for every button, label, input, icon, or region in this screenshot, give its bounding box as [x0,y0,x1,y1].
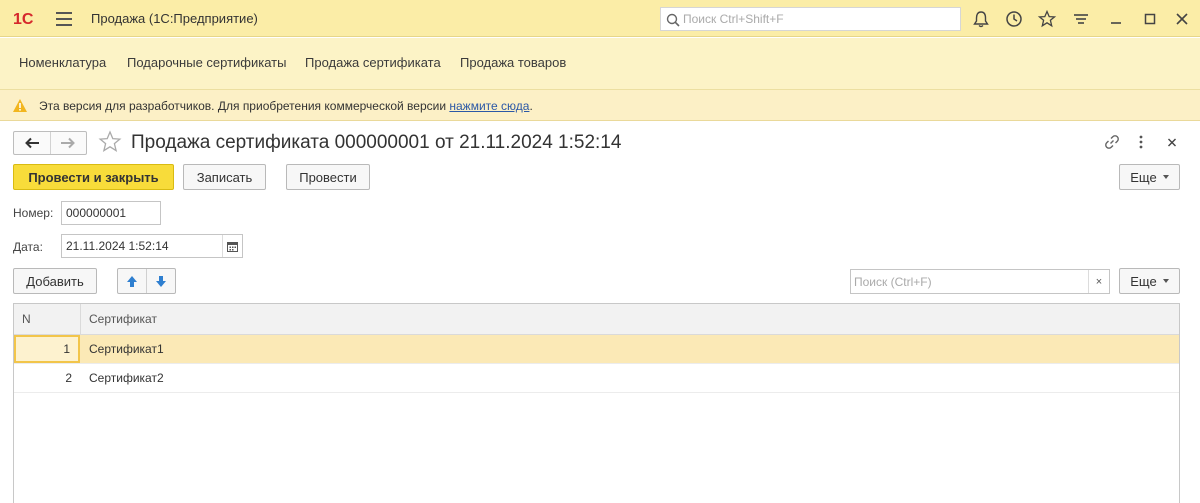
chevron-down-icon [1162,175,1169,179]
arrow-up-icon [127,275,137,287]
forward-button[interactable] [49,132,87,154]
date-value: 21.11.2024 1:52:14 [66,239,169,253]
column-header-certificate[interactable]: Сертификат [89,312,157,326]
arrow-left-icon [24,137,39,149]
chevron-down-icon [1162,279,1169,283]
arrow-down-icon [156,275,166,287]
warning-icon [13,99,27,112]
row-number[interactable]: 1 [14,335,80,363]
maximize-icon[interactable] [1140,9,1160,29]
back-button[interactable] [14,132,50,154]
warning-text: Эта версия для разработчиков. Для приобр… [39,99,533,113]
favorite-star-icon[interactable] [98,130,122,154]
navigation-buttons [13,131,87,155]
global-search[interactable] [660,7,961,31]
svg-text:1С: 1С [13,11,34,28]
move-up-button[interactable] [118,269,146,293]
filter-menu-icon[interactable] [1071,9,1091,29]
table-more-label: Еще [1130,273,1157,289]
table-search-input[interactable] [854,274,1084,290]
section-goods-sale[interactable]: Продажа товаров [460,55,566,70]
table-search[interactable]: × [850,269,1110,294]
column-header-n[interactable]: N [22,312,31,326]
form-more-button[interactable]: Еще [1119,164,1180,190]
arrow-right-icon [61,137,76,149]
section-gift-certificates[interactable]: Подарочные сертификаты [127,55,286,70]
row-certificate[interactable]: Сертификат2 [89,364,164,392]
close-form-icon[interactable] [1166,134,1178,150]
save-button[interactable]: Записать [183,164,266,190]
warning-suffix: . [529,99,533,113]
main-menu-icon[interactable] [56,12,72,26]
table-header: N Сертификат [14,304,1179,335]
post-and-close-button[interactable]: Провести и закрыть [13,164,174,190]
add-row-button[interactable]: Добавить [13,268,97,294]
star-icon[interactable] [1037,9,1057,29]
more-actions-icon[interactable] [1136,134,1146,150]
warning-message: Эта версия для разработчиков. Для приобр… [39,99,450,113]
row-number[interactable]: 2 [14,364,80,392]
link-icon[interactable] [1104,134,1120,150]
number-field[interactable]: 000000001 [61,201,161,225]
buy-link[interactable]: нажмите сюда [449,99,529,113]
global-search-input[interactable] [683,11,953,27]
bell-icon[interactable] [971,9,991,29]
row-certificate[interactable]: Сертификат1 [89,335,164,363]
document-title: Продажа сертификата 000000001 от 21.11.2… [131,132,622,153]
table-more-button[interactable]: Еще [1119,268,1180,294]
developer-version-warning: Эта версия для разработчиков. Для приобр… [0,90,1200,121]
calendar-icon [227,241,238,252]
1c-logo[interactable]: 1С [13,10,43,28]
post-button[interactable]: Провести [286,164,370,190]
certificates-table: N Сертификат 1 Сертификат1 2 Сертификат2 [13,303,1180,503]
minimize-icon[interactable] [1106,9,1126,29]
number-label: Номер: [13,206,54,220]
table-row[interactable]: 1 Сертификат1 [14,335,1179,364]
table-row[interactable]: 2 Сертификат2 [14,364,1179,393]
form-more-label: Еще [1130,169,1157,185]
search-icon [666,13,680,27]
date-label: Дата: [13,240,43,254]
history-icon[interactable] [1004,9,1024,29]
move-buttons [117,268,176,294]
date-field[interactable]: 21.11.2024 1:52:14 [61,234,243,258]
section-certificate-sale[interactable]: Продажа сертификата [305,55,441,70]
app-title: Продажа (1С:Предприятие) [91,11,258,26]
move-down-button[interactable] [146,269,175,293]
calendar-button[interactable] [222,235,242,257]
sections-panel: Номенклатура Подарочные сертификаты Прод… [0,38,1200,90]
close-icon[interactable] [1172,9,1192,29]
section-nomenclature[interactable]: Номенклатура [19,55,106,70]
title-bar: 1С Продажа (1С:Предприятие) [0,0,1200,37]
clear-search-button[interactable]: × [1088,270,1109,293]
